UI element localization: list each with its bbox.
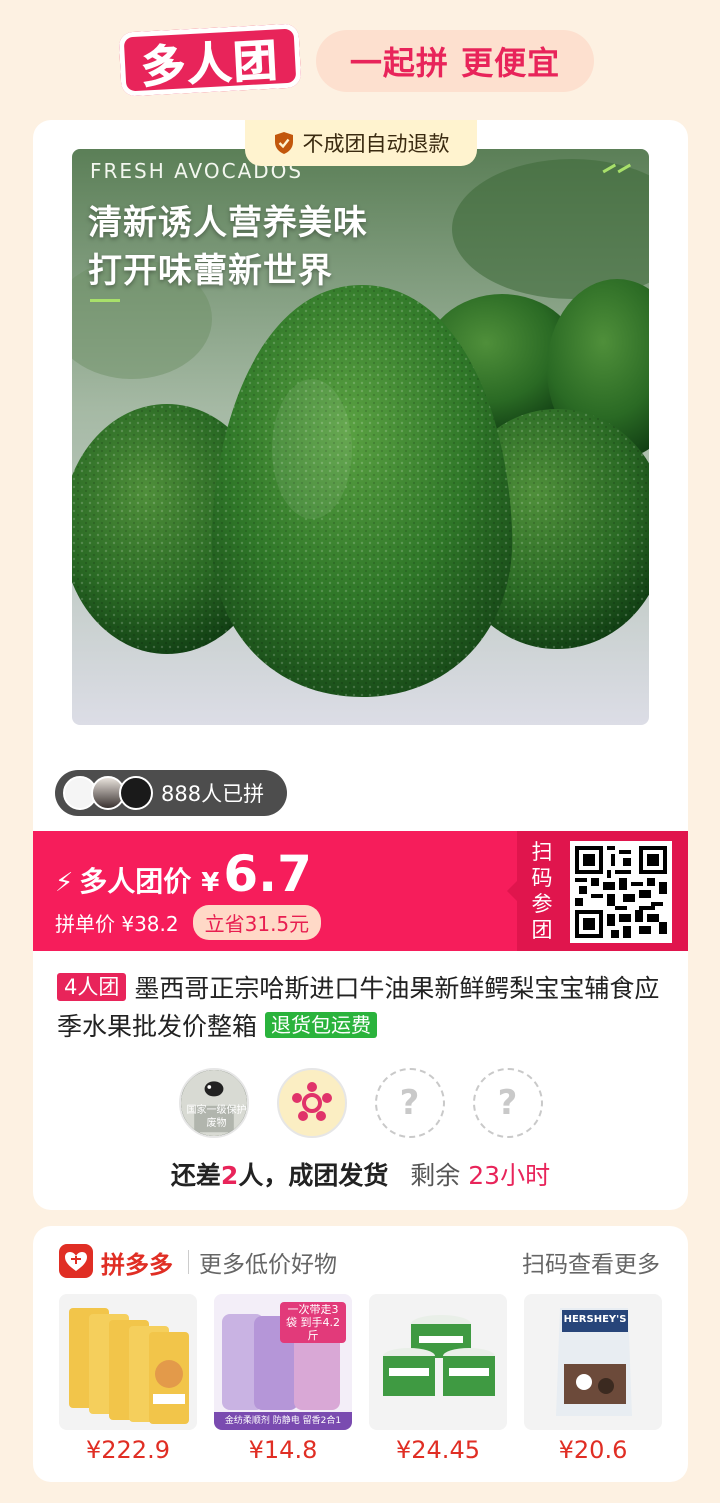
single-price: 拼单价 ¥38.2: [55, 912, 179, 936]
qr-code[interactable]: [570, 841, 672, 943]
currency-symbol: ¥: [201, 868, 220, 898]
scan-to-join-label: 扫码参团: [531, 840, 553, 942]
group-price-label: 多人团价: [79, 865, 192, 898]
logo-text: 多人团: [139, 35, 281, 94]
group-price: ⚡ 多人团价 ¥ 6.7: [55, 845, 312, 903]
header: 多人团 一起拼 更便宜: [0, 0, 720, 112]
flower-logo-icon: [291, 1082, 332, 1121]
group-status: 还差2人，成团发货 剩余 23小时: [33, 1156, 688, 1192]
group-price-value: 6.7: [223, 845, 312, 903]
status-count: 2: [220, 1161, 239, 1190]
hersheys-label: HERSHEY'S: [563, 1314, 627, 1325]
joined-count-text: 888人已拼: [161, 782, 265, 806]
group-members: 国家一级保护废物 ? ?: [33, 1068, 688, 1142]
slogan-banner: 一起拼 更便宜: [316, 30, 594, 92]
product-title-block[interactable]: 4人团 墨西哥正宗哈斯进口牛油果新鲜鳄梨宝宝辅食应季水果批发价整箱 退货包运费: [57, 970, 669, 1046]
cat-food-image: [59, 1294, 197, 1430]
image-headline-2: 打开味蕾新世界: [88, 251, 333, 291]
goods-price: ¥222.9: [86, 1436, 170, 1464]
empty-member-slot: ?: [374, 1068, 445, 1138]
duorentuan-logo: 多人团: [118, 23, 302, 97]
qr-code-icon: [575, 846, 667, 938]
scan-more-link[interactable]: 扫码查看更多: [522, 1245, 660, 1279]
divider: [188, 1250, 189, 1274]
pinduoduo-logo-icon: [59, 1244, 93, 1278]
scan-to-join-box[interactable]: 扫码参团: [507, 831, 688, 951]
promo-banner: 一次带走3袋 到手4.2斤: [280, 1302, 346, 1343]
image-headline-1: 清新诱人营养美味: [88, 203, 368, 243]
shield-check-icon: [274, 132, 293, 154]
goods-list: ¥222.9 一次带走3袋 到手4.2斤 金纺柔顺剂 防静电 留香2合1 ¥14…: [59, 1294, 662, 1464]
more-goods-card: 拼多多 更多低价好物 扫码查看更多 ¥222.9 一次带走3袋 到手4.2斤 金…: [33, 1226, 688, 1482]
goods-price: ¥20.6: [558, 1436, 628, 1464]
price-sub: 拼单价 ¥38.2 立省31.5元: [55, 905, 322, 940]
remaining-label: 剩余: [410, 1161, 461, 1190]
member-avatar: 国家一级保护废物: [178, 1068, 249, 1138]
chocolate-bag-image: HERSHEY'S: [524, 1294, 662, 1430]
member-avatar: [276, 1068, 347, 1138]
goods-price: ¥14.8: [248, 1436, 318, 1464]
goods-item[interactable]: ¥24.45: [369, 1294, 507, 1464]
status-suffix: 人，成团发货: [238, 1161, 389, 1190]
member-avatar-caption: 国家一级保护废物: [186, 1105, 247, 1129]
pinduoduo-brand: 拼多多: [101, 1251, 173, 1279]
goods-item[interactable]: 一次带走3袋 到手4.2斤 金纺柔顺剂 防静电 留香2合1 ¥14.8: [214, 1294, 352, 1464]
fabric-softener-image: 一次带走3袋 到手4.2斤 金纺柔顺剂 防静电 留香2合1: [214, 1294, 352, 1430]
joined-count-pill: 888人已拼: [55, 770, 287, 816]
goods-item[interactable]: ¥222.9: [59, 1294, 197, 1464]
empty-member-slot: ?: [472, 1068, 543, 1138]
more-goods-label: 更多低价好物: [199, 1252, 337, 1278]
avatar: [119, 776, 153, 810]
refund-badge-text: 不成团自动退款: [302, 132, 450, 156]
goods-item[interactable]: HERSHEY'S ¥20.6: [524, 1294, 662, 1464]
cotton-towel-image: [369, 1294, 507, 1430]
group-buy-card: 不成团自动退款 FRESH AVOCADOS 清新诱人营养美味 打开味蕾新世界 …: [33, 120, 688, 1210]
product-image[interactable]: FRESH AVOCADOS 清新诱人营养美味 打开味蕾新世界: [72, 149, 649, 725]
save-amount-badge: 立省31.5元: [192, 905, 322, 940]
refund-badge: 不成团自动退款: [245, 120, 477, 166]
lightning-icon: ⚡: [55, 868, 74, 898]
goods-price: ¥24.45: [396, 1436, 480, 1464]
group-size-tag: 4人团: [57, 973, 127, 1001]
free-return-badge: 退货包运费: [265, 1012, 378, 1038]
remaining-time: 23小时: [468, 1161, 551, 1190]
promo-strip: 金纺柔顺剂 防静电 留香2合1: [224, 1416, 342, 1426]
status-prefix: 还差: [170, 1161, 221, 1190]
price-bar: ⚡ 多人团价 ¥ 6.7 拼单价 ¥38.2 立省31.5元 扫码参团: [33, 831, 688, 951]
